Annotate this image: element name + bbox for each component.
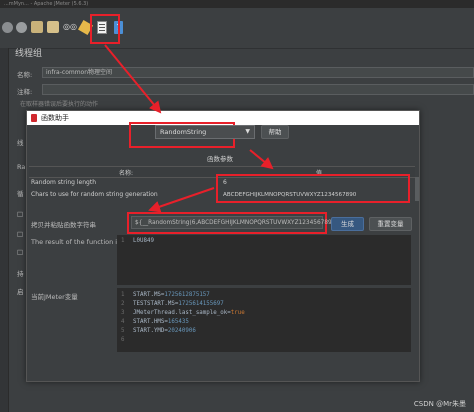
arrow-to-function-string <box>148 187 215 213</box>
annotation-arrows <box>104 44 274 213</box>
arrow-to-select <box>104 44 162 114</box>
arrow-to-values <box>249 149 274 170</box>
